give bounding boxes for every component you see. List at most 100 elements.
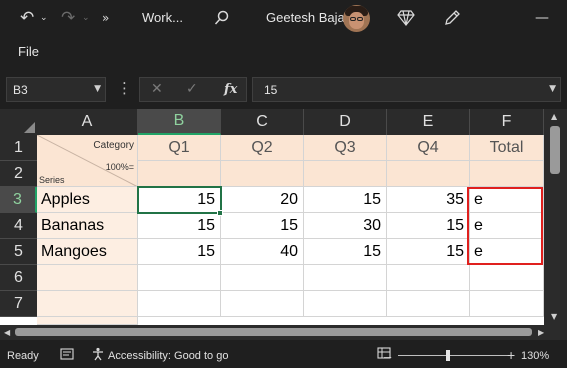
zoom-in-icon[interactable]: + [507, 347, 515, 363]
row-header-7[interactable]: 7 [0, 291, 37, 317]
cell-e3[interactable]: 35 [387, 187, 470, 213]
macro-recording-icon[interactable] [60, 347, 74, 364]
cell-b4[interactable]: 15 [138, 213, 221, 239]
cell-a8[interactable] [37, 317, 138, 325]
formula-bar: B3 ▼ ⋮ ✕ ✓ fx 15 ▼ [0, 65, 567, 109]
cell-d6[interactable] [304, 265, 387, 291]
cell-d1[interactable]: Q3 [304, 135, 387, 161]
cell-a7[interactable] [37, 291, 138, 317]
cell-f2[interactable] [470, 161, 544, 187]
diamond-icon[interactable] [397, 6, 415, 30]
menu-file[interactable]: File [18, 44, 39, 59]
column-header-c[interactable]: C [221, 109, 304, 135]
select-all-button[interactable] [0, 109, 37, 135]
horizontal-scrollbar[interactable]: ◀ ▶ [0, 325, 567, 340]
cell-c6[interactable] [221, 265, 304, 291]
cell-c4[interactable]: 15 [221, 213, 304, 239]
search-icon[interactable] [214, 6, 230, 30]
cell-b2[interactable] [138, 161, 221, 187]
cell-a6[interactable] [37, 265, 138, 291]
cell-f1[interactable]: Total [470, 135, 544, 161]
vertical-scroll-thumb[interactable] [550, 126, 560, 174]
vertical-scrollbar[interactable]: ▲ ▼ [544, 109, 567, 325]
cell-e2[interactable] [387, 161, 470, 187]
row-header-6[interactable]: 6 [0, 265, 37, 291]
zoom-slider-thumb[interactable] [446, 350, 450, 361]
title-bar: ↶ ⌄ ↷ ⌄ » Work... Geetesh Bajaj — [0, 0, 567, 37]
formula-bar-options-icon[interactable]: ⋮ [117, 79, 132, 97]
name-box[interactable]: B3 ▼ [6, 77, 106, 102]
cell-d2[interactable] [304, 161, 387, 187]
cell-a4[interactable]: Bananas [37, 213, 138, 239]
cell-d5[interactable]: 15 [304, 239, 387, 265]
fill-handle[interactable] [217, 210, 223, 216]
enter-icon[interactable]: ✓ [186, 81, 198, 97]
name-box-dropdown-icon[interactable]: ▼ [94, 84, 101, 94]
pen-icon[interactable] [443, 6, 461, 30]
cell-b1[interactable]: Q1 [138, 135, 221, 161]
cell-e1[interactable]: Q4 [387, 135, 470, 161]
cell-c5[interactable]: 40 [221, 239, 304, 265]
redo-icon[interactable]: ↷ [61, 6, 75, 30]
cell-c2[interactable] [221, 161, 304, 187]
column-header-f[interactable]: F [470, 109, 544, 135]
expand-formula-bar-icon[interactable]: ▼ [549, 84, 556, 94]
scroll-down-icon[interactable]: ▼ [551, 312, 557, 321]
minimize-icon[interactable]: — [535, 6, 549, 30]
cell-d4[interactable]: 30 [304, 213, 387, 239]
cell-e5[interactable]: 15 [387, 239, 470, 265]
user-name[interactable]: Geetesh Bajaj [266, 10, 348, 25]
cell-e7[interactable] [387, 291, 470, 317]
cell-e4[interactable]: 15 [387, 213, 470, 239]
zoom-slider-track[interactable] [398, 355, 508, 356]
cell-a3[interactable]: Apples [37, 187, 138, 213]
column-header-d[interactable]: D [304, 109, 387, 135]
cell-a1[interactable]: Category 100%= Series [37, 135, 138, 187]
chevron-down-icon[interactable]: ⌄ [40, 6, 48, 30]
cell-d7[interactable] [304, 291, 387, 317]
cell-f7[interactable] [470, 291, 544, 317]
scroll-right-icon[interactable]: ▶ [538, 328, 544, 337]
row-header-5[interactable]: 5 [0, 239, 37, 265]
cell-e6[interactable] [387, 265, 470, 291]
name-box-value: B3 [13, 83, 28, 97]
cell-b7[interactable] [138, 291, 221, 317]
status-bar: Ready Accessibility: Good to go – + 130% [0, 340, 567, 368]
cell-d3[interactable]: 15 [304, 187, 387, 213]
cell-c1[interactable]: Q2 [221, 135, 304, 161]
scroll-up-icon[interactable]: ▲ [551, 112, 557, 121]
cell-c7[interactable] [221, 291, 304, 317]
row-header-1[interactable]: 1 [0, 135, 37, 161]
cancel-icon[interactable]: ✕ [151, 81, 163, 97]
zoom-out-icon[interactable]: – [384, 349, 391, 364]
cell-c3[interactable]: 20 [221, 187, 304, 213]
workbook-name[interactable]: Work... [142, 10, 183, 25]
accessibility-icon[interactable] [91, 347, 105, 364]
highlight-box [467, 187, 543, 265]
horizontal-scroll-thumb[interactable] [15, 328, 532, 336]
cell-b6[interactable] [138, 265, 221, 291]
scroll-left-icon[interactable]: ◀ [4, 328, 10, 337]
more-commands-icon[interactable]: » [102, 6, 109, 30]
row-header-2[interactable]: 2 [0, 161, 37, 187]
column-header-e[interactable]: E [387, 109, 470, 135]
ready-status: Ready [7, 350, 39, 362]
undo-icon[interactable]: ↶ [20, 6, 34, 30]
cell-b5[interactable]: 15 [138, 239, 221, 265]
avatar[interactable] [343, 5, 370, 32]
cell-a5[interactable]: Mangoes [37, 239, 138, 265]
a1-category-label: Category [93, 140, 134, 151]
a1-percent-label: 100%= [105, 162, 134, 172]
row-header-4[interactable]: 4 [0, 213, 37, 239]
menu-bar: File [0, 37, 567, 65]
chevron-down-icon[interactable]: ⌄ [82, 6, 90, 30]
accessibility-status[interactable]: Accessibility: Good to go [108, 350, 228, 362]
insert-function-icon[interactable]: fx [224, 82, 237, 97]
formula-input[interactable]: 15 ▼ [252, 77, 561, 102]
cell-f6[interactable] [470, 265, 544, 291]
formula-bar-buttons: ✕ ✓ fx [139, 77, 247, 102]
row-header-3[interactable]: 3 [0, 187, 37, 213]
column-header-b[interactable]: B [138, 109, 221, 135]
column-header-a[interactable]: A [37, 109, 138, 135]
zoom-level[interactable]: 130% [521, 350, 549, 362]
